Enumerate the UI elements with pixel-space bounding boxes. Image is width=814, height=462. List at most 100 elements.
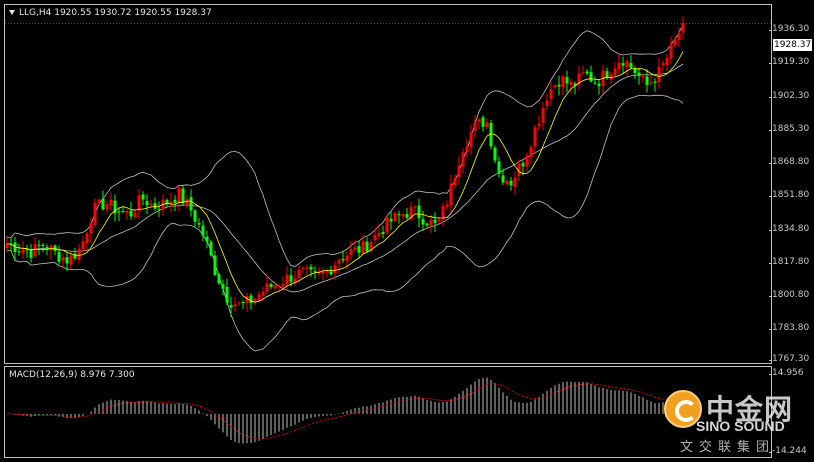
candle-body [285, 274, 289, 284]
candle-body [433, 219, 437, 223]
candle [189, 189, 193, 217]
candle [393, 211, 397, 223]
candle [49, 244, 53, 260]
candle-body [221, 284, 225, 289]
candle-body [457, 165, 461, 177]
candle-body [269, 284, 273, 288]
candle-body [397, 214, 401, 216]
candle-body [69, 255, 73, 265]
candle [137, 189, 141, 219]
candle-body [73, 253, 77, 259]
candle [525, 152, 529, 172]
candle [417, 198, 421, 228]
candle-body [545, 100, 549, 106]
candle [681, 16, 685, 40]
candle-body [621, 63, 625, 66]
candle-body [137, 195, 141, 211]
candle [21, 240, 25, 259]
candle [145, 194, 149, 215]
candle-body [661, 63, 665, 66]
candle-body [553, 85, 557, 88]
candle-body [217, 274, 221, 284]
candle [305, 264, 309, 276]
candle [537, 115, 541, 131]
candle-body [29, 249, 33, 258]
candle [201, 220, 205, 242]
candle [33, 237, 37, 258]
candle [565, 70, 569, 93]
candle-body [557, 84, 561, 87]
candle-body [437, 219, 441, 222]
candle-body [465, 146, 469, 153]
candle [57, 245, 61, 265]
candle [233, 297, 237, 312]
sino-sound-watermark: 中金网 SINO SOUND 文交联集团 [650, 384, 810, 460]
candle [121, 206, 125, 214]
candle [389, 211, 393, 230]
candle [613, 62, 617, 77]
candle [181, 185, 185, 207]
macd-tick-max: 14.956 [769, 368, 804, 378]
candle-body [309, 266, 313, 270]
candle-body [449, 183, 453, 206]
candle [513, 171, 517, 196]
candle-body [305, 267, 309, 269]
candle-body [241, 301, 245, 303]
candle [405, 207, 409, 220]
price-tick: 1817.80 [768, 257, 810, 267]
candle [505, 178, 509, 187]
candle-body [477, 119, 481, 122]
price-chart-pane[interactable]: LLG,H4 1920.55 1930.72 1920.55 1928.37 [4, 4, 772, 364]
candle-body [57, 252, 61, 262]
candle [237, 301, 241, 307]
candle [605, 67, 609, 81]
candle [37, 239, 41, 255]
candle-body [597, 83, 601, 87]
candle [377, 224, 381, 240]
candle-body [41, 245, 45, 247]
candle-body [201, 225, 205, 236]
candle [629, 55, 633, 70]
candle-body [421, 219, 425, 225]
candle-body [93, 202, 97, 225]
candle [573, 81, 577, 95]
candle-body [393, 212, 397, 221]
candle [625, 59, 629, 76]
candle-body [361, 241, 365, 254]
candle [97, 198, 101, 206]
candle [545, 93, 549, 111]
candle-body [297, 269, 301, 278]
candle-body [645, 76, 649, 86]
candle-body [461, 152, 465, 167]
candle-body [525, 155, 529, 167]
candle-body [181, 188, 185, 204]
candle-body [89, 223, 93, 234]
candle-body [357, 246, 361, 253]
candle-body [61, 257, 65, 261]
candle [485, 118, 489, 130]
candle-body [333, 265, 337, 274]
candle [269, 282, 273, 290]
candle [225, 278, 229, 306]
candle-body [133, 212, 137, 218]
candle [197, 218, 201, 229]
candle-body [325, 271, 329, 273]
candle-body [349, 249, 353, 255]
candle [481, 115, 485, 132]
price-tick: 1851.80 [768, 190, 810, 200]
macd-signal-line [7, 383, 684, 440]
candle-body [125, 211, 129, 213]
candle-body [501, 175, 505, 183]
candle-body [233, 304, 237, 307]
candle [257, 290, 261, 302]
candle-body [321, 271, 325, 274]
candle [553, 84, 557, 89]
candle [365, 237, 369, 254]
candle-body [441, 206, 445, 220]
candle [165, 198, 169, 207]
candle-body [673, 39, 677, 46]
candle-body [613, 68, 617, 76]
candle-body [37, 244, 41, 246]
candle-body [401, 214, 405, 217]
bollinger-mid-line [6, 63, 684, 293]
